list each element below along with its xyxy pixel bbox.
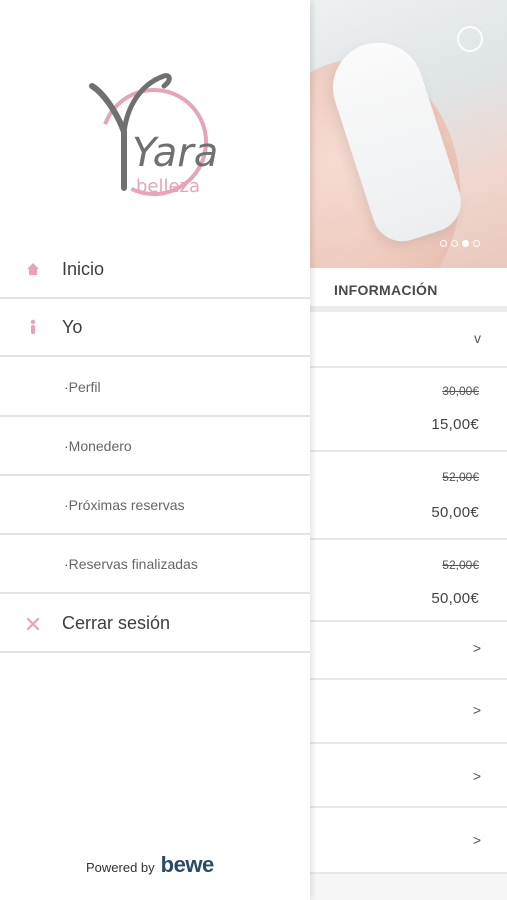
new-price: 15,00€ xyxy=(431,416,479,433)
section-title: INFORMACIÓN xyxy=(334,282,438,298)
old-price: 30,00€ xyxy=(442,384,479,398)
menu-item-yo[interactable]: Yo xyxy=(0,299,310,357)
logo-name: Yara xyxy=(132,130,218,176)
chevron-right-icon: > xyxy=(472,702,481,718)
menu-item-cerrar-sesion[interactable]: Cerrar sesión xyxy=(0,595,310,653)
menu-item-label: Cerrar sesión xyxy=(62,613,171,633)
navigation-drawer: Yara belleza Inicio Yo ·Perfil ·Monedero… xyxy=(0,0,310,900)
menu-item-proximas-reservas[interactable]: ·Próximas reservas xyxy=(0,477,310,535)
menu-item-label: ·Monedero xyxy=(64,438,132,454)
powered-by-footer[interactable]: Powered by bewe xyxy=(86,852,214,878)
service-row[interactable]: 52,00€ 50,00€ xyxy=(310,540,507,622)
logo-subtitle: belleza xyxy=(136,176,200,197)
chevron-right-icon: > xyxy=(472,768,481,784)
chevron-down-icon: v xyxy=(474,330,481,346)
menu-item-reservas-finalizadas[interactable]: ·Reservas finalizadas xyxy=(0,536,310,594)
background-page: INFORMACIÓN v 30,00€ 15,00€ 52,00€ 50,00… xyxy=(310,0,507,900)
carousel-dots xyxy=(440,240,480,247)
chevron-right-icon: > xyxy=(472,832,481,848)
service-row[interactable]: 30,00€ 15,00€ xyxy=(310,368,507,452)
carousel-dot-active[interactable] xyxy=(462,240,469,247)
old-price: 52,00€ xyxy=(442,558,479,572)
menu-item-inicio[interactable]: Inicio xyxy=(0,241,310,299)
favorite-icon[interactable] xyxy=(457,26,483,52)
carousel-dot[interactable] xyxy=(451,240,458,247)
menu-item-label: ·Perfil xyxy=(64,379,101,395)
hero-image[interactable] xyxy=(310,0,507,268)
new-price: 50,00€ xyxy=(431,504,479,521)
service-row[interactable]: 52,00€ 50,00€ xyxy=(310,452,507,540)
home-icon xyxy=(27,263,39,275)
old-price: 52,00€ xyxy=(442,470,479,484)
collapsible-row[interactable]: v xyxy=(310,312,507,368)
powered-by-label: Powered by xyxy=(86,860,155,875)
menu-item-perfil[interactable]: ·Perfil xyxy=(0,359,310,417)
menu-item-label: ·Reservas finalizadas xyxy=(64,556,198,572)
menu-item-monedero[interactable]: ·Monedero xyxy=(0,418,310,476)
category-row[interactable]: > xyxy=(310,744,507,808)
menu-item-label: ·Próximas reservas xyxy=(64,497,185,513)
bewe-logo: bewe xyxy=(160,852,215,877)
carousel-dot[interactable] xyxy=(440,240,447,247)
category-row[interactable]: > xyxy=(310,808,507,874)
close-icon xyxy=(26,617,40,631)
yara-logo[interactable]: Yara belleza xyxy=(88,70,228,200)
category-row[interactable]: > xyxy=(310,622,507,680)
carousel-dot[interactable] xyxy=(473,240,480,247)
menu-item-label: Inicio xyxy=(62,259,105,279)
new-price: 50,00€ xyxy=(431,590,479,607)
person-icon xyxy=(30,319,36,334)
chevron-right-icon: > xyxy=(472,640,481,656)
menu-item-label: Yo xyxy=(62,317,83,337)
category-row[interactable]: > xyxy=(310,680,507,744)
info-section-header: INFORMACIÓN xyxy=(310,268,507,312)
